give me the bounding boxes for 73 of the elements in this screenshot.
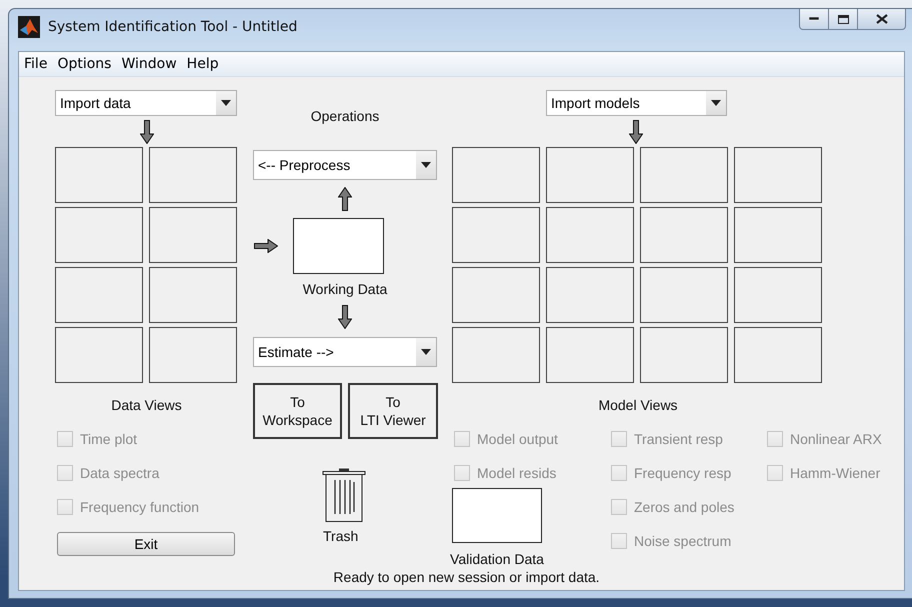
export-button[interactable]: To Workspace [253, 383, 342, 439]
caret-icon [711, 100, 721, 106]
checkbox-label: Zeros and poles [634, 499, 734, 515]
validation-data-board[interactable] [452, 488, 542, 543]
model-board[interactable] [452, 207, 540, 263]
checkbox-label: Model resids [477, 465, 556, 481]
model-board[interactable] [452, 267, 540, 323]
operations-label: Operations [310, 108, 380, 124]
arrow-icon [629, 120, 643, 144]
exit-button[interactable]: Exit [57, 532, 235, 556]
model-board[interactable] [452, 327, 540, 383]
validation-data-label: Validation Data [450, 551, 544, 567]
data-board[interactable] [55, 327, 143, 383]
checkbox-label: Data spectra [80, 465, 160, 481]
model-board[interactable] [734, 267, 822, 323]
checkbox-label: Frequency resp [634, 465, 732, 481]
data-board[interactable] [55, 267, 143, 323]
checkbox-label: Frequency function [80, 499, 200, 515]
maximize-icon [838, 14, 848, 24]
model-views-label: Model Views [598, 397, 678, 413]
model-board[interactable] [734, 147, 822, 203]
model-board[interactable] [640, 327, 728, 383]
arrow-icon [338, 305, 352, 329]
model-board[interactable] [546, 267, 634, 323]
trash-icon[interactable] [322, 468, 366, 522]
model-board[interactable] [734, 327, 822, 383]
menu-item[interactable]: Window [116, 56, 182, 72]
model-board[interactable] [546, 147, 634, 203]
arrow-icon [140, 120, 154, 144]
close-button[interactable] [857, 9, 906, 30]
import-data-dropdown[interactable]: Import data [55, 90, 237, 116]
import-models-dropdown[interactable]: Import models [546, 90, 727, 116]
data-board[interactable] [149, 207, 237, 263]
minimize-icon [809, 17, 819, 21]
checkbox-label: Hamm-Wiener [790, 465, 880, 481]
caret-icon [421, 162, 431, 168]
caret-icon [421, 349, 431, 355]
estimate-dropdown[interactable]: Estimate --> [253, 337, 437, 367]
maximize-button[interactable] [828, 9, 858, 30]
window-title: System Identification Tool - Untitled [48, 19, 298, 35]
trash-label: Trash [323, 528, 358, 544]
checkbox-label: Noise spectrum [634, 533, 732, 549]
data-views-label: Data Views [110, 397, 183, 413]
checkbox-label: Nonlinear ARX [790, 431, 882, 447]
close-icon [876, 14, 888, 24]
model-board[interactable] [640, 267, 728, 323]
menu-item[interactable]: File [19, 56, 52, 72]
data-board[interactable] [55, 147, 143, 203]
data-board[interactable] [149, 147, 237, 203]
working-data-board[interactable] [293, 218, 384, 274]
menu-item[interactable]: Help [182, 56, 224, 72]
status-text: Ready to open new session or import data. [332, 569, 600, 585]
app-logo-icon [18, 16, 40, 38]
model-board[interactable] [452, 147, 540, 203]
minimize-button[interactable] [799, 9, 829, 30]
model-board[interactable] [734, 207, 822, 263]
working-data-label: Working Data [302, 281, 388, 297]
data-board[interactable] [149, 267, 237, 323]
arrow-icon [254, 239, 278, 253]
data-board[interactable] [55, 207, 143, 263]
export-button[interactable]: To LTI Viewer [348, 383, 438, 439]
model-board[interactable] [640, 207, 728, 263]
preprocess-dropdown[interactable]: <-- Preprocess [253, 150, 437, 180]
caret-icon [221, 100, 231, 106]
model-board[interactable] [640, 147, 728, 203]
data-board[interactable] [149, 327, 237, 383]
menu-item[interactable]: Options [52, 56, 116, 72]
model-board[interactable] [546, 327, 634, 383]
model-board[interactable] [546, 207, 634, 263]
checkbox-label: Time plot [80, 431, 138, 447]
arrow-icon [338, 187, 352, 211]
checkbox-label: Model output [477, 431, 558, 447]
checkbox-label: Transient resp [634, 431, 723, 447]
